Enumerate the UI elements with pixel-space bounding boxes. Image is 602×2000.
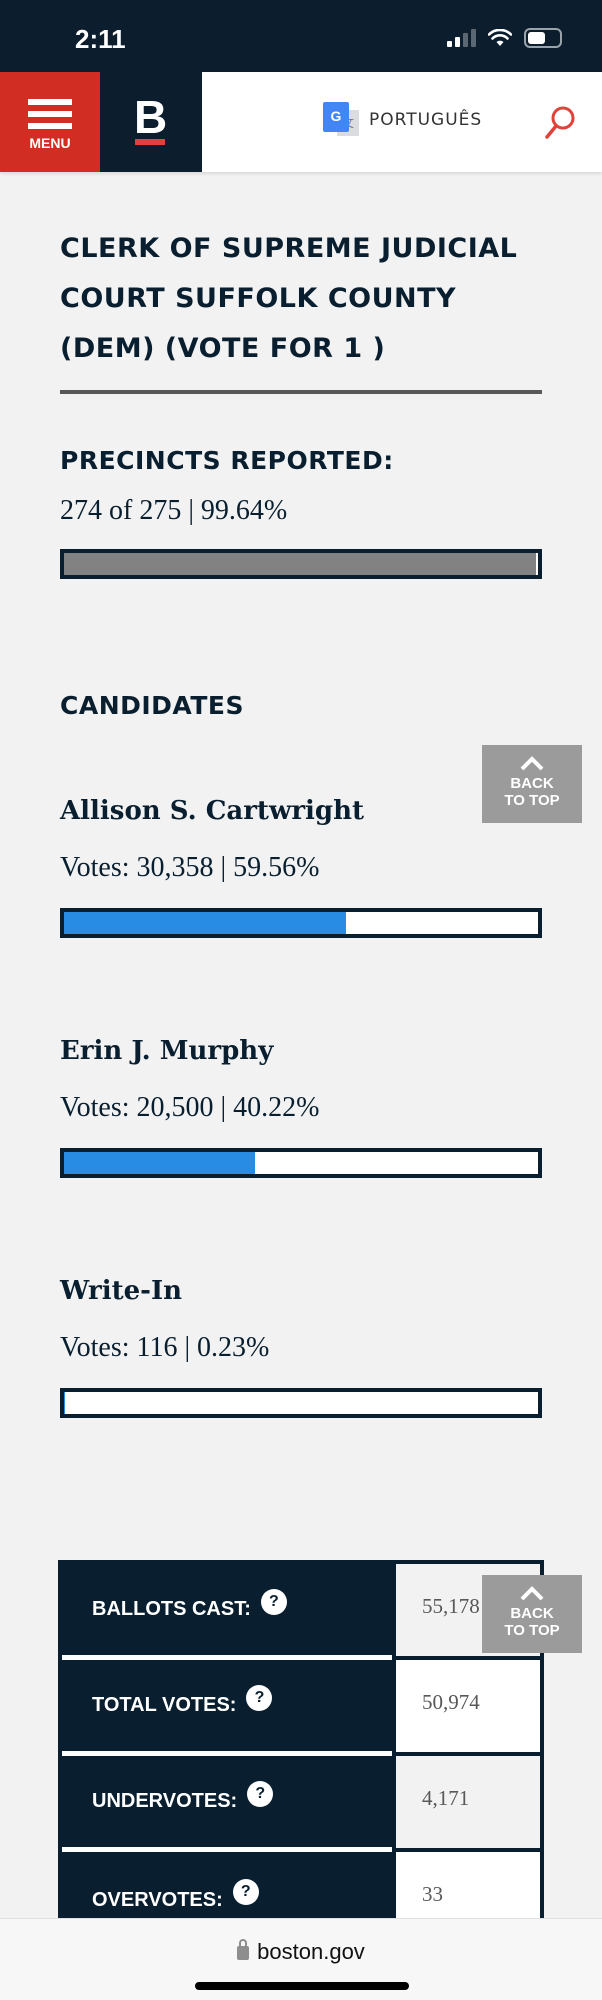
- stat-label: UNDERVOTES:: [92, 1790, 238, 1812]
- candidate-vote-bar: [60, 1388, 542, 1418]
- precincts-progress-fill: [64, 553, 537, 575]
- candidate-vote-fill: [64, 1392, 66, 1414]
- candidate-name: Erin J. Murphy: [60, 1036, 274, 1066]
- stat-value: 4,171: [396, 1756, 540, 1852]
- candidate-vote-fill: [64, 912, 347, 934]
- candidate-name: Allison S. Cartwright: [60, 796, 364, 826]
- candidate-item: Write-In Votes: 116 | 0.23%: [60, 1276, 542, 1418]
- candidate-name: Write-In: [60, 1276, 183, 1306]
- wifi-icon: [488, 29, 512, 46]
- battery-icon: [524, 28, 562, 48]
- status-bar: 2:11: [0, 0, 602, 72]
- google-translate-icon: 文 G: [323, 102, 361, 138]
- status-time: 2:11: [75, 24, 126, 54]
- cellular-signal-icon: [447, 29, 476, 47]
- candidate-vote-bar: [60, 908, 542, 938]
- stat-label: BALLOTS CAST:: [92, 1598, 251, 1620]
- candidate-vote-bar: [60, 1148, 542, 1178]
- stat-value: 50,974: [396, 1660, 540, 1756]
- help-icon[interactable]: ?: [260, 1588, 287, 1615]
- search-icon[interactable]: [543, 104, 577, 140]
- precincts-label: PRECINCTS REPORTED:: [60, 446, 394, 475]
- chevron-up-icon: [520, 1586, 544, 1601]
- url-text: boston.gov: [257, 1939, 365, 1964]
- boston-logo[interactable]: B: [100, 72, 202, 172]
- home-indicator[interactable]: [195, 1982, 409, 1990]
- stat-row-undervotes: UNDERVOTES:? 4,171: [62, 1756, 540, 1852]
- menu-button[interactable]: MENU: [0, 72, 100, 172]
- logo-underline: [135, 139, 165, 145]
- stat-row-ballots-cast: BALLOTS CAST:? 55,178: [62, 1564, 540, 1660]
- hamburger-icon: [28, 99, 72, 135]
- contest-title: CLERK OF SUPREME JUDICIAL COURT SUFFOLK …: [60, 233, 518, 364]
- back-to-top-button[interactable]: BACK TO TOP: [482, 1575, 582, 1653]
- candidates-heading: CANDIDATES: [60, 691, 244, 720]
- translate-label: PORTUGUÊS: [369, 110, 483, 130]
- menu-label: MENU: [29, 135, 71, 151]
- candidate-vote-fill: [64, 1152, 255, 1174]
- candidate-votes: Votes: 20,500 | 40.22%: [60, 1092, 320, 1123]
- candidate-item: Allison S. Cartwright Votes: 30,358 | 59…: [60, 796, 542, 938]
- chevron-up-icon: [520, 756, 544, 771]
- back-to-top-button[interactable]: BACK TO TOP: [482, 745, 582, 823]
- precincts-value: 274 of 275 | 99.64%: [60, 495, 288, 526]
- stat-row-total-votes: TOTAL VOTES:? 50,974: [62, 1660, 540, 1756]
- site-header: MENU B 文 G PORTUGUÊS: [0, 72, 602, 172]
- stats-table: BALLOTS CAST:? 55,178 TOTAL VOTES:? 50,9…: [58, 1560, 544, 1952]
- precincts-progress-bar: [60, 549, 542, 579]
- candidate-votes: Votes: 30,358 | 59.56%: [60, 852, 320, 883]
- help-icon[interactable]: ?: [246, 1684, 273, 1711]
- candidate-item: Erin J. Murphy Votes: 20,500 | 40.22%: [60, 1036, 542, 1178]
- lock-icon: [237, 1939, 250, 1960]
- stat-label: TOTAL VOTES:: [92, 1694, 237, 1716]
- title-divider: [60, 390, 542, 394]
- status-icons: [447, 28, 562, 48]
- stat-label: OVERVOTES:: [92, 1888, 223, 1911]
- logo-letter: B: [134, 91, 168, 143]
- contest-content: CLERK OF SUPREME JUDICIAL COURT SUFFOLK …: [60, 172, 542, 1418]
- help-icon[interactable]: ?: [232, 1879, 259, 1905]
- candidate-votes: Votes: 116 | 0.23%: [60, 1332, 270, 1363]
- help-icon[interactable]: ?: [247, 1780, 274, 1807]
- translate-button[interactable]: 文 G PORTUGUÊS: [323, 102, 482, 138]
